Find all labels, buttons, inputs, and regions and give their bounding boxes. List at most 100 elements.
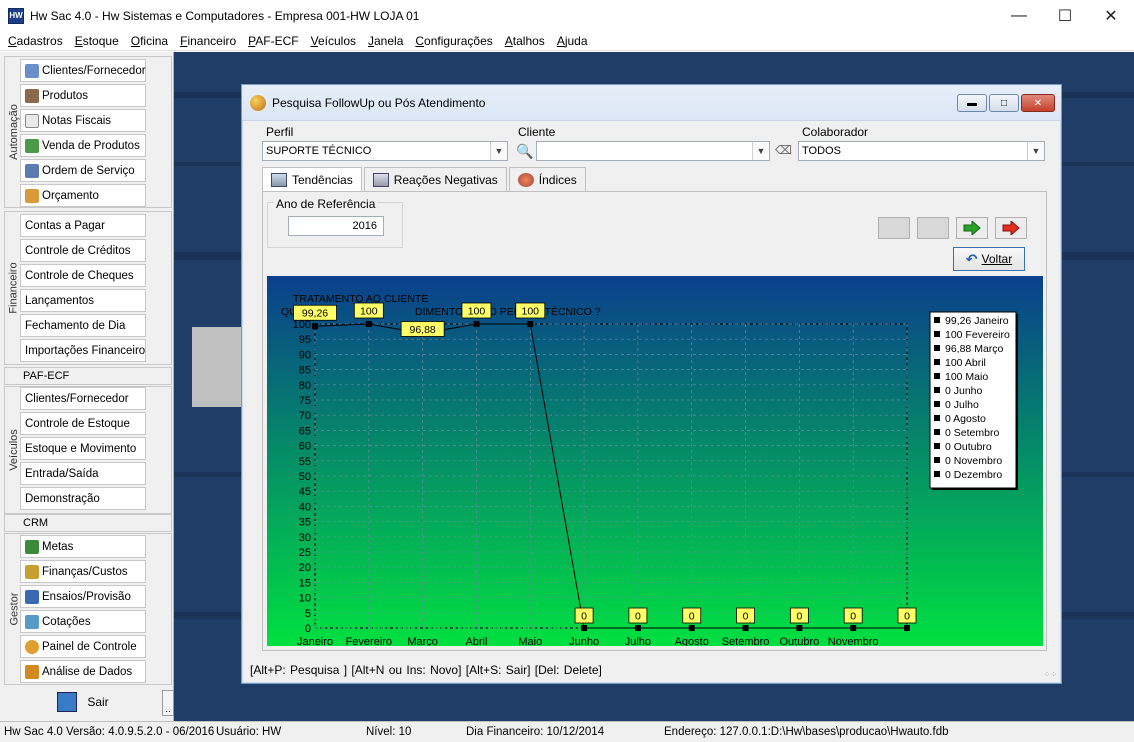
sidebar-item-controle-cheques[interactable]: Controle de Cheques — [20, 264, 146, 287]
sidebar-item-ordem-servico[interactable]: Ordem de Serviço — [20, 159, 146, 182]
sidebar-item-entrada-saida[interactable]: Entrada/Saída — [20, 462, 146, 485]
group-header-crm[interactable]: CRM — [4, 514, 172, 532]
sidebar-item-financas-custos[interactable]: Finanças/Custos — [20, 560, 146, 583]
resize-grip-icon[interactable]: ⁘⁘ — [1044, 670, 1057, 679]
followup-dialog: Pesquisa FollowUp ou Pós Atendimento ▬ □… — [241, 84, 1062, 684]
sidebar-item-importacoes-financeiro[interactable]: Importações Financeiro — [20, 339, 146, 362]
y-tick-label: 35 — [299, 517, 311, 529]
users-icon — [25, 63, 39, 78]
status-bar: Hw Sac 4.0 Versão: 4.0.9.5.2.0 - 06/2016… — [0, 721, 1134, 742]
voltar-button[interactable]: ↶ Voltar — [953, 247, 1025, 271]
ano-referencia-input[interactable]: 2016 — [288, 216, 384, 236]
menu-estoque[interactable]: Estoque — [69, 34, 125, 48]
menu-ajuda[interactable]: Ajuda — [551, 34, 594, 48]
y-tick-label: 40 — [299, 501, 311, 513]
sidebar-item-orcamento[interactable]: Orçamento — [20, 184, 146, 207]
dialog-close-button[interactable]: ✕ — [1021, 94, 1055, 112]
data-point — [527, 321, 534, 327]
sidebar-item-clientes[interactable]: Clientes/Fornecedor — [20, 59, 146, 82]
legend-marker — [934, 387, 940, 393]
menu-cadastros[interactable]: Cadastros — [2, 34, 69, 48]
nav-button-disabled-2[interactable] — [917, 217, 949, 239]
sidebar-more-button[interactable]: .. — [162, 690, 174, 716]
data-label: 0 — [635, 611, 641, 623]
shortcut-hints: [Alt+P: Pesquisa ] [Alt+N ou Ins: Novo] … — [250, 663, 602, 677]
y-tick-label: 85 — [299, 365, 311, 377]
sidebar-item-produtos[interactable]: Produtos — [20, 84, 146, 107]
x-tick-label: Julho — [625, 636, 651, 646]
chevron-down-icon: ▼ — [752, 142, 769, 160]
status-dia-financeiro: Dia Financeiro: 10/12/2014 — [466, 726, 605, 738]
cliente-label: Cliente — [518, 125, 556, 139]
sidebar-item-demonstracao[interactable]: Demonstração — [20, 487, 146, 510]
tendencias-chart: 0 5 10 15 20 25 30 35 40 45 50 55 60 65 70 75 80 85 90 95 10… — [267, 276, 1043, 648]
close-button[interactable]: ✕ — [1088, 0, 1134, 31]
y-tick-label: 45 — [299, 486, 311, 498]
sidebar-item-analise-dados[interactable]: Análise de Dados — [20, 660, 146, 683]
sidebar-item-ensaios-provisao[interactable]: Ensaios/Provisão — [20, 585, 146, 608]
chart-subtitle: DIMENTO FEITO PELO(A) TÉCNICO ? — [415, 305, 601, 318]
data-label: 0 — [796, 611, 802, 623]
nav-button-disabled-1[interactable] — [878, 217, 910, 239]
sair-button[interactable]: Sair — [4, 687, 162, 717]
cart-icon — [25, 138, 39, 153]
arrow-right-green-icon — [963, 221, 981, 235]
legend-marker — [934, 457, 940, 463]
sidebar-item-estoque-movimento[interactable]: Estoque e Movimento — [20, 437, 146, 460]
menu-atalhos[interactable]: Atalhos — [499, 34, 551, 48]
y-tick-label: 15 — [299, 577, 311, 589]
next-green-button[interactable] — [956, 217, 988, 239]
minimize-button[interactable]: — — [996, 0, 1042, 31]
perfil-select[interactable]: SUPORTE TÉCNICO ▼ — [262, 141, 508, 161]
search-icon[interactable]: 🔍 — [516, 143, 533, 160]
perfil-label: Perfil — [266, 125, 294, 139]
table-icon — [372, 172, 389, 187]
y-tick-label: 60 — [299, 441, 311, 453]
cliente-select[interactable]: ▼ — [536, 141, 770, 161]
dialog-maximize-button[interactable]: □ — [989, 94, 1019, 112]
sidebar-item-cotacoes[interactable]: Cotações — [20, 610, 146, 633]
graph-icon — [25, 589, 39, 604]
analysis-icon — [25, 664, 39, 679]
menu-oficina[interactable]: Oficina — [125, 34, 174, 48]
sidebar-item-painel-controle[interactable]: Painel de Controle — [20, 635, 146, 658]
group-header-paf-ecf[interactable]: PAF-ECF — [4, 367, 172, 385]
undo-icon: ↶ — [965, 250, 978, 267]
sidebar-item-metas[interactable]: Metas — [20, 535, 146, 558]
tab-reacoes-negativas[interactable]: Reações Negativas — [363, 167, 507, 191]
data-point — [688, 625, 695, 631]
group-label: Gestor — [8, 592, 21, 626]
data-label: 0 — [689, 611, 695, 623]
menu-janela[interactable]: Janela — [362, 34, 409, 48]
sidebar-item-venda-produtos[interactable]: Venda de Produtos — [20, 134, 146, 157]
maximize-button[interactable]: ☐ — [1042, 0, 1088, 31]
next-red-button[interactable] — [995, 217, 1027, 239]
y-tick-label: 5 — [305, 608, 311, 620]
x-tick-label: Novembro — [828, 636, 879, 646]
sidebar-item-fechamento-dia[interactable]: Fechamento de Dia — [20, 314, 146, 337]
legend-marker — [934, 443, 940, 449]
y-tick-label: 30 — [299, 532, 311, 544]
sidebar-item-lancamentos[interactable]: Lançamentos — [20, 289, 146, 312]
menu-paf-ecf[interactable]: PAF-ECF — [242, 34, 304, 48]
ano-referencia-label: Ano de Referência — [274, 197, 378, 211]
dialog-minimize-button[interactable]: ▬ — [957, 94, 987, 112]
legend-marker — [934, 373, 940, 379]
sidebar-item-controle-creditos[interactable]: Controle de Créditos — [20, 239, 146, 262]
tab-indices[interactable]: Índices — [508, 167, 586, 191]
y-tick-label: 65 — [299, 425, 311, 437]
x-tick-label: Janeiro — [297, 636, 333, 646]
legend-marker — [934, 471, 940, 477]
eraser-icon[interactable]: ⌫ — [775, 143, 792, 157]
menu-veiculos[interactable]: Veículos — [305, 34, 362, 48]
menu-financeiro[interactable]: Financeiro — [174, 34, 242, 48]
y-tick-label: 0 — [305, 623, 311, 635]
tab-tendencias[interactable]: Tendências — [262, 167, 362, 191]
sidebar-item-notas-fiscais[interactable]: Notas Fiscais — [20, 109, 146, 132]
sidebar-item-controle-estoque[interactable]: Controle de Estoque — [20, 412, 146, 435]
y-tick-label: 100 — [293, 319, 311, 331]
menu-configuracoes[interactable]: Configurações — [409, 34, 498, 48]
sidebar-item-veiculos-clientes[interactable]: Clientes/Fornecedor — [20, 387, 146, 410]
colaborador-select[interactable]: TODOS ▼ — [798, 141, 1045, 161]
sidebar-item-contas-pagar[interactable]: Contas a Pagar — [20, 214, 146, 237]
